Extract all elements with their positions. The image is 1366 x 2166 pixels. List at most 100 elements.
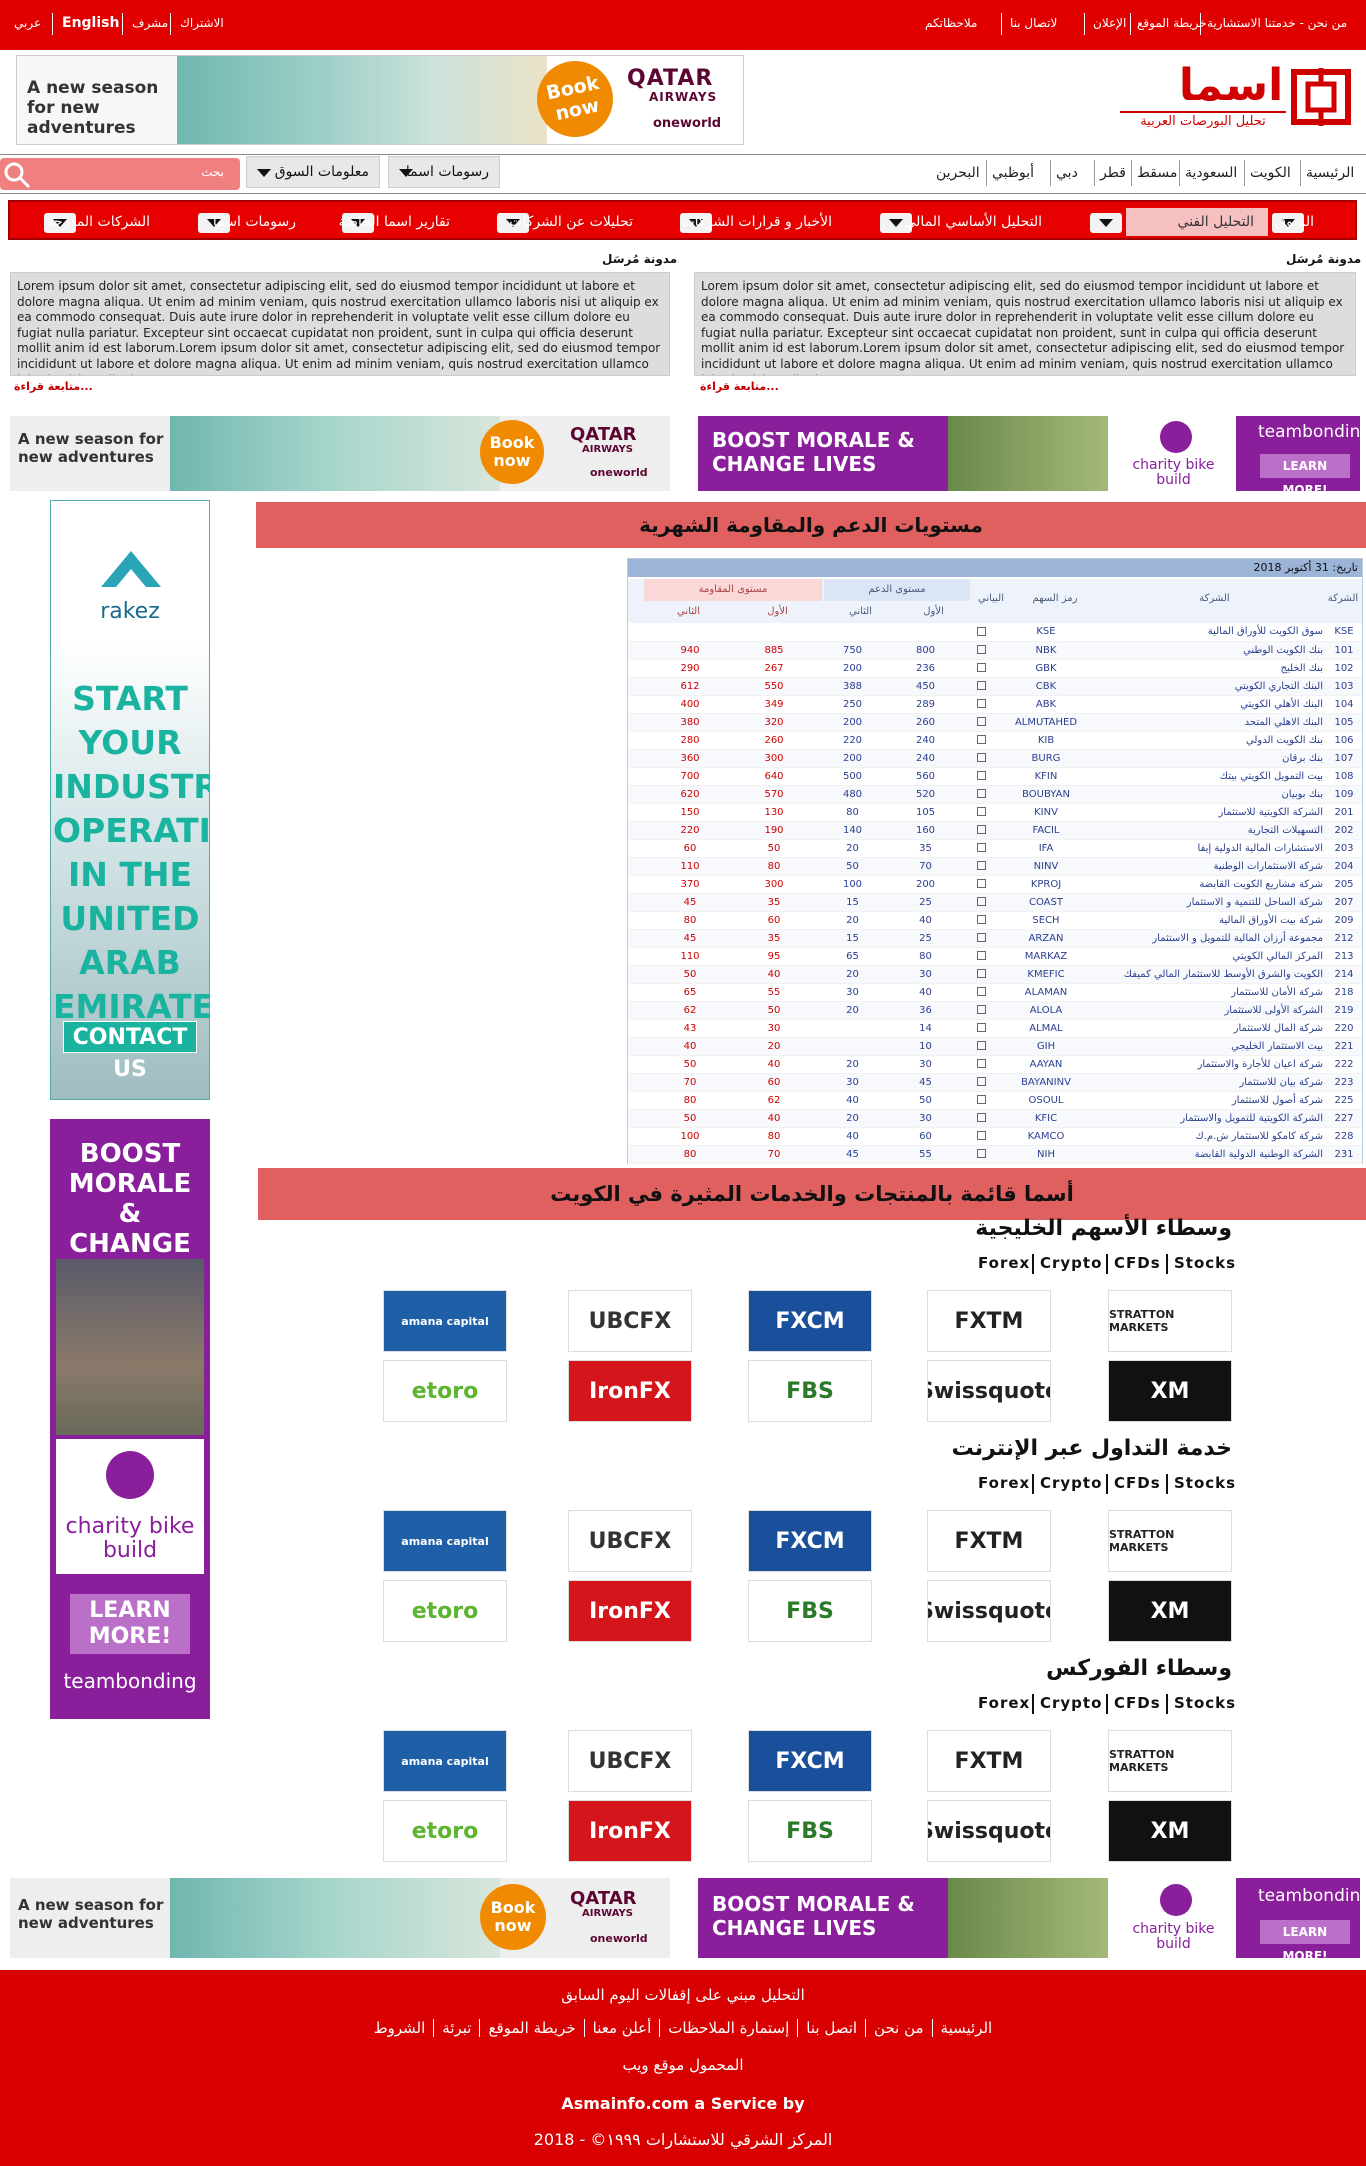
footer-link[interactable]: من نحن <box>865 2019 932 2037</box>
market-link-saudi[interactable]: السعودية <box>1185 165 1237 181</box>
symbol-cell[interactable]: NBK <box>1000 641 1092 660</box>
admin-link[interactable]: مشرف <box>132 16 168 30</box>
company-name-cell[interactable]: شركة اعيان للأجارة والاستثمار <box>1092 1055 1326 1074</box>
broker-logo[interactable]: amana capital <box>383 1290 507 1352</box>
chart-icon[interactable] <box>976 807 986 816</box>
company-name-cell[interactable]: الشركة الكويتية للاستثمار <box>1092 803 1326 822</box>
broker-filter-crypto[interactable]: Crypto <box>1040 1694 1102 1712</box>
broker-logo[interactable]: IronFX <box>568 1800 692 1862</box>
lang-english-link[interactable]: English <box>62 15 119 31</box>
chart-icon[interactable] <box>976 1077 986 1086</box>
company-name-cell[interactable]: الشركة الكويتية للتمويل والاستثمار <box>1092 1109 1326 1128</box>
rakez-vertical-ad[interactable]: rakez START YOUR INDUSTRIAL OPERATIONS I… <box>50 500 210 1100</box>
chart-icon[interactable] <box>976 663 986 672</box>
broker-logo[interactable]: FXCM <box>748 1730 872 1792</box>
learn-more-button[interactable]: LEARN MORE! <box>70 1594 190 1654</box>
broker-logo[interactable]: etoro <box>383 1800 507 1862</box>
menu-item-news[interactable]: الأخبار و قرارات الشركات <box>680 208 874 236</box>
broker-logo[interactable]: amana capital <box>383 1730 507 1792</box>
read-more-link[interactable]: متابعة قراءة... <box>14 380 93 393</box>
symbol-cell[interactable]: KFIC <box>1000 1109 1092 1128</box>
company-name-cell[interactable]: بنك الكويت الوطني <box>1092 641 1326 660</box>
chart-icon[interactable] <box>976 1149 986 1158</box>
symbol-cell[interactable]: GBK <box>1000 659 1092 678</box>
qatar-airways-banner-ad[interactable]: A new season for new adventures Book now… <box>16 55 744 145</box>
contact-us-button[interactable]: CONTACT US <box>63 1021 197 1082</box>
broker-logo[interactable]: XM <box>1108 1360 1232 1422</box>
market-link-kuwait[interactable]: الكويت <box>1250 165 1291 181</box>
company-name-cell[interactable]: شركة الساحل للتنمية و الاستثمار <box>1092 893 1326 912</box>
broker-logo[interactable]: etoro <box>383 1360 507 1422</box>
book-now-badge[interactable]: Book now <box>480 1884 546 1950</box>
chart-icon[interactable] <box>976 789 986 798</box>
asma-charts-dropdown[interactable]: رسومات اسما <box>388 156 500 188</box>
broker-logo[interactable]: UBCFX <box>568 1290 692 1352</box>
chart-icon[interactable] <box>976 1095 986 1104</box>
lang-arabic-link[interactable]: عربي <box>14 16 41 30</box>
chart-icon[interactable] <box>976 1059 986 1068</box>
market-link-muscat[interactable]: مسقط <box>1137 165 1177 181</box>
chart-icon[interactable] <box>976 626 986 636</box>
chart-icon[interactable] <box>976 915 986 924</box>
company-name-cell[interactable]: شركة كامكو للاستثمار ش.م.ك <box>1092 1127 1326 1146</box>
symbol-cell[interactable]: ABK <box>1000 695 1092 714</box>
market-link-home[interactable]: الرئيسية <box>1306 165 1354 181</box>
chart-icon[interactable] <box>976 987 986 996</box>
symbol-cell[interactable]: FACIL <box>1000 821 1092 840</box>
broker-logo[interactable]: FXTM <box>927 1730 1051 1792</box>
company-name-cell[interactable]: البنك التجاري الكويتي <box>1092 677 1326 696</box>
footer-link[interactable]: تبرئة <box>433 2019 479 2037</box>
broker-logo[interactable]: IronFX <box>568 1360 692 1422</box>
market-link-bahrain[interactable]: البحرين <box>936 165 980 181</box>
symbol-cell[interactable]: KINV <box>1000 803 1092 822</box>
sitemap-link[interactable]: خريطة الموقع <box>1137 16 1207 30</box>
broker-filter-cfds[interactable]: CFDs <box>1114 1474 1161 1492</box>
broker-logo[interactable]: UBCFX <box>568 1730 692 1792</box>
company-name-cell[interactable]: بنك الكويت الدولي <box>1092 731 1326 750</box>
broker-logo[interactable]: IronFX <box>568 1580 692 1642</box>
symbol-cell[interactable]: GIH <box>1000 1037 1092 1056</box>
asma-logo-icon[interactable] <box>1290 68 1352 126</box>
chart-icon[interactable] <box>976 969 986 978</box>
symbol-cell[interactable]: AAYAN <box>1000 1055 1092 1074</box>
blog-title[interactable]: مدونة مُرسَل <box>602 252 677 266</box>
company-name-cell[interactable]: المركز المالي الكويتي <box>1092 947 1326 966</box>
symbol-cell[interactable]: BAYANINV <box>1000 1073 1092 1092</box>
chart-icon[interactable] <box>976 951 986 960</box>
broker-logo[interactable]: Swissquote <box>927 1360 1051 1422</box>
market-link-qatar[interactable]: قطر <box>1100 165 1126 181</box>
chart-icon[interactable] <box>976 843 986 852</box>
menu-item-market[interactable]: السوق <box>1272 208 1356 236</box>
feedback-link[interactable]: ملاحظاتكم <box>925 16 977 30</box>
footer-link[interactable]: أعلن معنا <box>583 2019 660 2037</box>
company-name-cell[interactable]: شركة أصول للاستثمار <box>1092 1091 1326 1110</box>
broker-filter-cfds[interactable]: CFDs <box>1114 1254 1161 1272</box>
broker-logo[interactable]: FBS <box>748 1800 872 1862</box>
company-name-cell[interactable]: شركة مشاريع الكويت القابضة <box>1092 875 1326 894</box>
chart-icon[interactable] <box>976 681 986 690</box>
teambonding-ad[interactable]: BOOST MORALE & CHANGE LIVES charity bike… <box>698 416 1360 491</box>
company-name-cell[interactable]: بنك برقان <box>1092 749 1326 768</box>
symbol-cell[interactable]: NINV <box>1000 857 1092 876</box>
chevron-down-icon[interactable] <box>1090 213 1122 233</box>
symbol-cell[interactable]: BURG <box>1000 749 1092 768</box>
qatar-airways-ad[interactable]: A new season for new adventures Book now… <box>10 1878 670 1958</box>
chart-icon[interactable] <box>976 699 986 708</box>
market-info-dropdown[interactable]: معلومات السوق <box>246 156 380 188</box>
company-name-cell[interactable]: شركة بيان للاستثمار <box>1092 1073 1326 1092</box>
broker-logo[interactable]: etoro <box>383 1580 507 1642</box>
broker-filter-crypto[interactable]: Crypto <box>1040 1474 1102 1492</box>
symbol-cell[interactable]: KSE <box>1000 623 1092 642</box>
company-name-cell[interactable]: البنك الأهلي الكويتي <box>1092 695 1326 714</box>
symbol-cell[interactable]: NIH <box>1000 1145 1092 1164</box>
subscribe-link[interactable]: الاشتراك <box>180 16 224 30</box>
symbol-cell[interactable]: SECH <box>1000 911 1092 930</box>
symbol-cell[interactable]: ARZAN <box>1000 929 1092 948</box>
company-name-cell[interactable]: الاستشارات المالية الدولية إيفا <box>1092 839 1326 858</box>
broker-logo[interactable]: FXTM <box>927 1290 1051 1352</box>
broker-filter-cfds[interactable]: CFDs <box>1114 1694 1161 1712</box>
qatar-airways-ad[interactable]: A new season for new adventures Book now… <box>10 416 670 491</box>
menu-item-reports[interactable]: تقارير اسما الخاصة <box>339 208 492 236</box>
company-name-cell[interactable]: البنك الاهلي المتحد <box>1092 713 1326 732</box>
advertise-link[interactable]: الإعلان <box>1093 16 1126 30</box>
